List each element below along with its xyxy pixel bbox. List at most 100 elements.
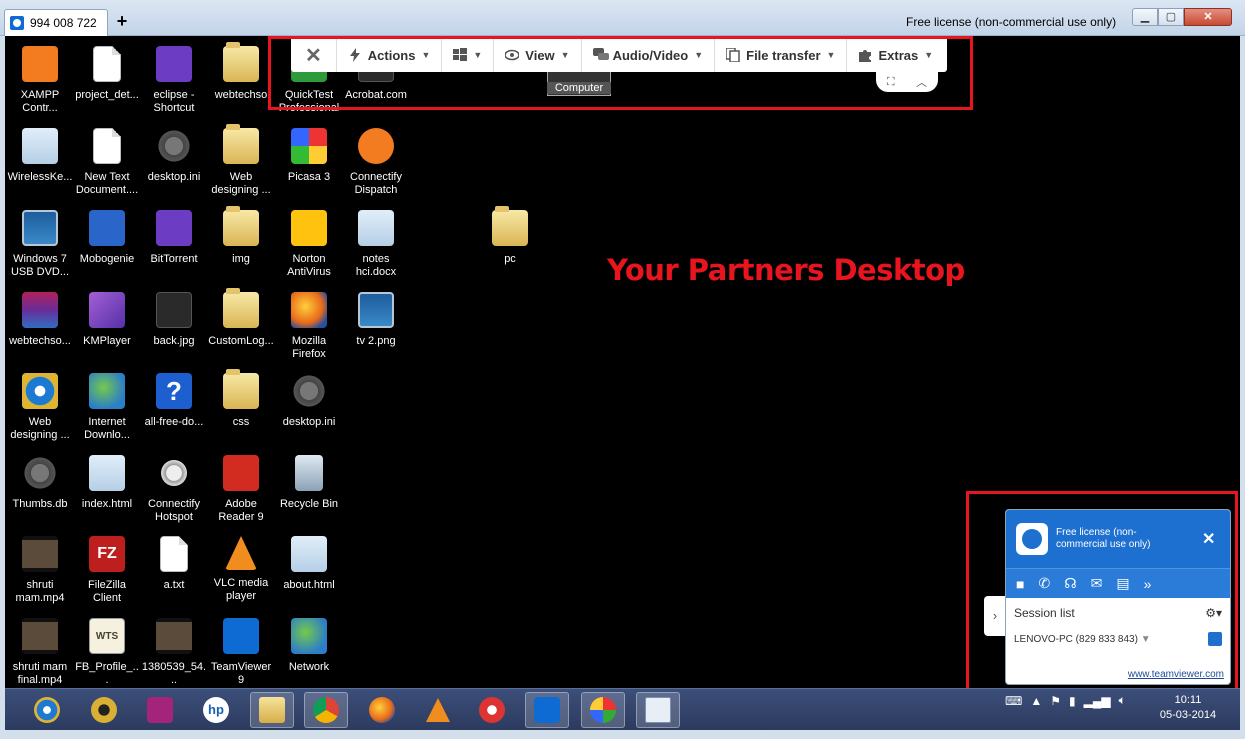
- document-icon: [93, 128, 121, 164]
- ccleaner-icon: [479, 697, 505, 723]
- pointer-icon[interactable]: [1208, 632, 1222, 646]
- document-icon: [160, 536, 188, 572]
- desktop-icon-project-det[interactable]: project_det...: [74, 42, 140, 122]
- maximize-button[interactable]: ▢: [1158, 8, 1184, 26]
- close-window-button[interactable]: ✕: [1184, 8, 1232, 26]
- desktop-icon-a-txt[interactable]: a.txt: [141, 532, 207, 612]
- desktop-icon-wirelesske[interactable]: WirelessKe...: [7, 124, 73, 204]
- desktop-icon-xampp[interactable]: XAMPP Contr...: [7, 42, 73, 122]
- battery-icon[interactable]: ▮: [1069, 694, 1076, 708]
- desktop-icon-back-jpg[interactable]: back.jpg: [141, 288, 207, 368]
- desktop-icon-label: 1380539_54...: [141, 661, 207, 686]
- desktop-icon-label: Connectify Hotspot: [148, 498, 200, 523]
- desktop-icon-thumbs-db[interactable]: Thumbs.db: [7, 451, 73, 531]
- minimize-button[interactable]: ▁: [1132, 8, 1158, 26]
- desktop-icon-usb-dvd-tool[interactable]: Windows 7 USB DVD...: [7, 206, 73, 286]
- desktop-icon-label: Norton AntiVirus: [287, 253, 331, 278]
- vlc-icon: [426, 698, 450, 722]
- desktop-icon-webtechso-rar[interactable]: webtechso...: [7, 288, 73, 368]
- desktop-icon-kmplayer[interactable]: KMPlayer: [74, 288, 140, 368]
- desktop-icon-css-folder[interactable]: css: [208, 369, 274, 449]
- desktop-icon-1380539[interactable]: 1380539_54...: [141, 614, 207, 694]
- desktop-icon-recycle-bin[interactable]: Recycle Bin: [276, 451, 342, 531]
- teamviewer-link[interactable]: www.teamviewer.com: [1128, 669, 1224, 680]
- desktop-icon-desktop-ini[interactable]: desktop.ini: [141, 124, 207, 204]
- desktop-icon-label: about.html: [283, 579, 335, 591]
- taskbar-paint[interactable]: [581, 692, 625, 728]
- desktop-icon-connectify-hotspot[interactable]: Connectify Hotspot: [141, 451, 207, 531]
- clock[interactable]: 10:11 05-03-2014: [1153, 693, 1223, 723]
- desktop-icon-index-html[interactable]: index.html: [74, 451, 140, 531]
- taskbar-firefox[interactable]: [360, 692, 404, 728]
- taskbar-vlc[interactable]: [416, 692, 460, 728]
- keyboard-icon[interactable]: ⌨: [1005, 694, 1022, 708]
- panel-expand-tab[interactable]: ›: [984, 596, 1006, 636]
- desktop-icon-customlog-folder[interactable]: CustomLog...: [208, 288, 274, 368]
- desktop-icon-web-designing-folder[interactable]: Web designing ...: [208, 124, 274, 204]
- desktop-icon-mobogenie[interactable]: Mobogenie: [74, 206, 140, 286]
- desktop-icon-fb-profile[interactable]: WTS FB_Profile_...: [74, 614, 140, 694]
- network-signal-icon[interactable]: ▂▄▆: [1084, 694, 1111, 708]
- desktop-icon-norton[interactable]: Norton AntiVirus: [276, 206, 342, 286]
- folder-icon: [492, 206, 528, 246]
- chevron-down-icon[interactable]: ▼: [1141, 634, 1151, 645]
- wordpad-icon: [645, 697, 671, 723]
- desktop-icon-label: Internet Downlo...: [84, 416, 130, 441]
- taskbar-ccleaner[interactable]: [470, 692, 514, 728]
- desktop-icon-label: Network: [288, 661, 330, 673]
- session-tab[interactable]: 994 008 722: [4, 9, 108, 36]
- desktop-icon-vlc[interactable]: VLC media player: [208, 532, 274, 612]
- picasa-icon: [291, 128, 327, 164]
- desktop-icon-adobe-reader[interactable]: Adobe Reader 9: [208, 451, 274, 531]
- desktop-icon-img-folder[interactable]: img: [208, 206, 274, 286]
- more-icon[interactable]: »: [1144, 576, 1152, 592]
- file-box-icon[interactable]: ▤: [1116, 575, 1129, 592]
- gear-icon[interactable]: ⚙▾: [1205, 606, 1222, 620]
- panel-close-button[interactable]: ✕: [1202, 529, 1215, 549]
- taskbar-chrome[interactable]: [304, 692, 348, 728]
- desktop-icon-shruti-mam-mp4[interactable]: shruti mam.mp4: [7, 532, 73, 612]
- desktop-icon-webtechso-folder[interactable]: webtechso: [208, 42, 274, 122]
- desktop-icon-desktop-ini-2[interactable]: desktop.ini: [276, 369, 342, 449]
- taskbar-explorer[interactable]: [250, 692, 294, 728]
- chat-icon[interactable]: ✉: [1091, 575, 1103, 592]
- desktop-icon-about-html[interactable]: about.html: [276, 532, 342, 612]
- session-entry[interactable]: LENOVO-PC (829 833 843) ▼: [1006, 620, 1230, 646]
- desktop-icon-idm[interactable]: Internet Downlo...: [74, 369, 140, 449]
- desktop-icon-web-designing-ie[interactable]: Web designing ...: [7, 369, 73, 449]
- taskbar-media-player[interactable]: [82, 692, 126, 728]
- desktop-icon-filezilla[interactable]: FZ FileZilla Client: [74, 532, 140, 612]
- taskbar-teamviewer[interactable]: [525, 692, 569, 728]
- desktop-icon-pc-folder[interactable]: pc: [477, 206, 543, 286]
- notepad-icon: [89, 455, 125, 491]
- action-center-icon[interactable]: ⚑: [1050, 694, 1061, 708]
- taskbar-wordpad[interactable]: [636, 692, 680, 728]
- desktop-icon-network[interactable]: Network: [276, 614, 342, 694]
- desktop-icon-eclipse[interactable]: eclipse - Shortcut: [141, 42, 207, 122]
- taskbar-connectify[interactable]: [138, 692, 182, 728]
- desktop-icon-shruti-mam-final[interactable]: shruti mam final.mp4: [7, 614, 73, 694]
- desktop-icon-connectify-dispatch[interactable]: Connectify Dispatch: [343, 124, 409, 204]
- desktop-icon-teamviewer[interactable]: TeamViewer 9: [208, 614, 274, 694]
- desktop-icon-new-text-document[interactable]: New Text Document....: [74, 124, 140, 204]
- desktop-icon-label: Mozilla Firefox: [291, 335, 327, 360]
- phone-icon[interactable]: ✆: [1038, 575, 1050, 592]
- desktop-icon-all-free-do[interactable]: ? all-free-do...: [141, 369, 207, 449]
- headset-icon[interactable]: ☊: [1064, 575, 1076, 592]
- taskbar-internet-explorer[interactable]: [25, 692, 69, 728]
- image-file-icon: [156, 618, 192, 654]
- new-tab-button[interactable]: +: [112, 11, 132, 31]
- taskbar-hp[interactable]: hp: [194, 692, 238, 728]
- explorer-icon: [259, 697, 285, 723]
- volume-icon[interactable]: 🔈︎: [1119, 693, 1126, 708]
- help-icon: ?: [156, 373, 192, 409]
- chevron-up-icon[interactable]: ▲: [1030, 694, 1042, 708]
- desktop-icon-bittorrent[interactable]: BitTorrent: [141, 206, 207, 286]
- desktop-icon-picasa[interactable]: Picasa 3: [276, 124, 342, 204]
- mobogenie-icon: [89, 210, 125, 246]
- video-camera-icon[interactable]: ■: [1016, 576, 1024, 592]
- desktop-icon-notes-hci[interactable]: notes hci.docx: [343, 206, 409, 286]
- desktop-icon-firefox[interactable]: Mozilla Firefox: [276, 288, 342, 368]
- desktop-icon-tv2-png[interactable]: tv 2.png: [343, 288, 409, 368]
- desktop-icon-label: Web designing ...: [10, 416, 70, 441]
